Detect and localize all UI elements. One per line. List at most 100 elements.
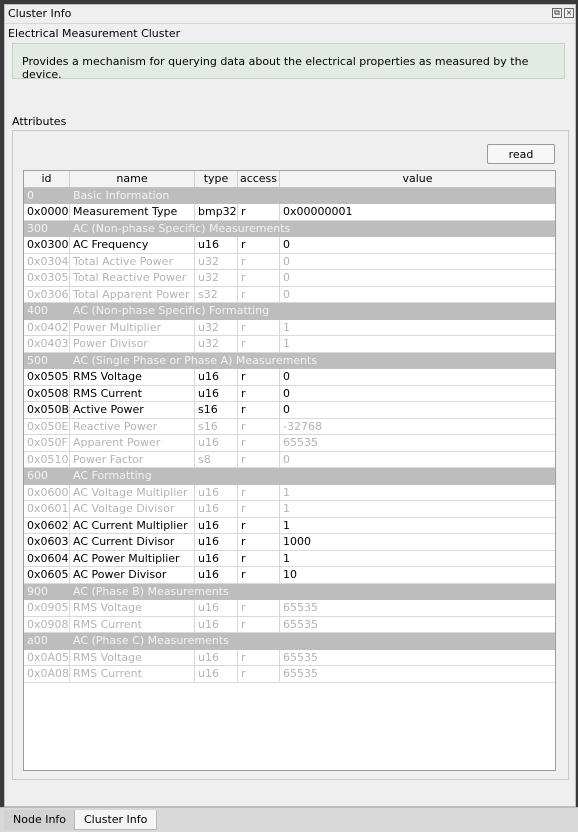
attributes-label: Attributes	[12, 115, 67, 128]
cell-type: u16	[195, 385, 238, 401]
cell-type: u16	[195, 567, 238, 583]
cell-type: u16	[195, 600, 238, 616]
cell-access: r	[238, 369, 280, 385]
cell-access: r	[238, 517, 280, 533]
attribute-row[interactable]: 0x050B Active Power s16 r 0	[24, 402, 555, 419]
cell-name: RMS Current	[70, 385, 195, 401]
cell-name: Total Apparent Power	[70, 286, 195, 302]
cell-id: 0x0908	[24, 616, 70, 632]
cell-value: 1	[283, 337, 290, 350]
cell-type: s32	[195, 286, 238, 302]
attribute-row[interactable]: 0x0600 AC Voltage Multiplier u16 r 1	[24, 484, 555, 501]
float-icon[interactable]: ⧉	[552, 8, 562, 18]
attribute-row[interactable]: 0x050E Reactive Power s16 r -32768	[24, 418, 555, 435]
cell-access: r	[238, 649, 280, 665]
group-row: 0 Basic Information	[24, 187, 555, 204]
cell-id: 0x0A05	[24, 649, 70, 665]
attribute-row[interactable]: 0x0602 AC Current Multiplier u16 r 1	[24, 517, 555, 534]
cell-name: RMS Voltage	[70, 369, 195, 385]
group-row: a00 AC (Phase C) Measurements	[24, 633, 555, 650]
column-header-access[interactable]: access	[238, 171, 280, 187]
attribute-row[interactable]: 0x0A05 RMS Voltage u16 r 65535	[24, 649, 555, 666]
attribute-row[interactable]: 0x0905 RMS Voltage u16 r 65535	[24, 600, 555, 617]
cell-name: AC Current Divisor	[70, 534, 195, 550]
column-header-value[interactable]: value	[280, 171, 555, 187]
group-row: 900 AC (Phase B) Measurements	[24, 583, 555, 600]
cell-name: Power Factor	[70, 451, 195, 467]
cell-value: 1000	[283, 535, 311, 548]
attribute-row[interactable]: 0x0510 Power Factor s8 r 0	[24, 451, 555, 468]
cell-access: r	[238, 286, 280, 302]
cell-type: u16	[195, 369, 238, 385]
cell-name: RMS Current	[70, 666, 195, 682]
attribute-row[interactable]: 0x0300 AC Frequency u16 r 0	[24, 237, 555, 254]
cell-name: AC Voltage Divisor	[70, 501, 195, 517]
cell-type: u32	[195, 319, 238, 335]
tab-node-info[interactable]: Node Info	[4, 810, 76, 830]
cell-value: 65535	[283, 650, 318, 664]
tab-cluster-info[interactable]: Cluster Info	[74, 810, 158, 830]
attribute-row[interactable]: 0x0603 AC Current Divisor u16 r 1000	[24, 534, 555, 551]
attribute-row[interactable]: 0x0A08 RMS Current u16 r 65535	[24, 666, 555, 683]
cell-name: AC Voltage Multiplier	[70, 484, 195, 500]
cell-name: RMS Voltage	[70, 649, 195, 665]
attribute-row[interactable]: 0x0505 RMS Voltage u16 r 0	[24, 369, 555, 386]
cell-name: Basic Information	[73, 188, 170, 202]
attribute-row[interactable]: 0x0601 AC Voltage Divisor u16 r 1	[24, 501, 555, 518]
cell-id: 0x0505	[24, 369, 70, 385]
attribute-row[interactable]: 0x0306 Total Apparent Power s32 r 0	[24, 286, 555, 303]
cell-access: r	[238, 204, 280, 220]
cell-name: AC (Phase C) Measurements	[73, 634, 229, 647]
cell-value: 0	[283, 271, 290, 284]
cell-name: AC Formatting	[73, 469, 152, 482]
read-button[interactable]: read	[487, 144, 555, 164]
cell-name: Total Reactive Power	[70, 270, 195, 286]
cell-name: AC Power Divisor	[70, 567, 195, 583]
cell-access: r	[238, 435, 280, 451]
cell-id: 0x050B	[24, 402, 70, 418]
close-icon[interactable]: ×	[564, 8, 574, 18]
cell-type: u16	[195, 666, 238, 682]
cell-access: r	[238, 666, 280, 682]
cell-name: AC (Single Phase or Phase A) Measurement…	[73, 353, 318, 367]
attribute-row[interactable]: 0x0604 AC Power Multiplier u16 r 1	[24, 550, 555, 567]
cell-access: r	[238, 336, 280, 352]
cell-access: r	[238, 567, 280, 583]
cell-name: Total Active Power	[70, 253, 195, 269]
attribute-row[interactable]: 0x0908 RMS Current u16 r 65535	[24, 616, 555, 633]
cell-id: 400	[27, 304, 48, 317]
cell-id: 0x0601	[24, 501, 70, 517]
cell-access: r	[238, 402, 280, 418]
cell-type: u16	[195, 517, 238, 533]
cell-value: -32768	[283, 419, 322, 433]
cell-value: 1	[283, 485, 290, 499]
cell-name: Active Power	[70, 402, 195, 418]
cell-id: 600	[27, 469, 48, 482]
cell-value: 1	[283, 551, 290, 565]
attribute-row[interactable]: 0x0305 Total Reactive Power u32 r 0	[24, 270, 555, 287]
attributes-table[interactable]: id name type access value 0 Basic Informa…	[23, 170, 556, 771]
cell-value: 0	[283, 386, 290, 400]
cell-access: r	[238, 270, 280, 286]
attribute-row[interactable]: 0x0605 AC Power Divisor u16 r 10	[24, 567, 555, 584]
cell-name: AC Current Multiplier	[70, 517, 195, 533]
cell-id: 0x0600	[24, 484, 70, 500]
attribute-row[interactable]: 0x0402 Power Multiplier u32 r 1	[24, 319, 555, 336]
attribute-row[interactable]: 0x0403 Power Divisor u32 r 1	[24, 336, 555, 353]
column-header-id[interactable]: id	[24, 171, 70, 187]
column-header-type[interactable]: type	[195, 171, 238, 187]
attribute-row[interactable]: 0x050F Apparent Power u16 r 65535	[24, 435, 555, 452]
attribute-row[interactable]: 0x0000 Measurement Type bmp32 r 0x00000001	[24, 204, 555, 221]
cell-value: 65535	[283, 667, 318, 680]
cluster-name: Electrical Measurement Cluster	[8, 27, 181, 40]
cell-type: u16	[195, 534, 238, 550]
table-header: id name type access value	[24, 171, 555, 188]
attribute-row[interactable]: 0x0508 RMS Current u16 r 0	[24, 385, 555, 402]
attribute-row[interactable]: 0x0304 Total Active Power u32 r 0	[24, 253, 555, 270]
cell-access: r	[238, 550, 280, 566]
cell-type: u16	[195, 616, 238, 632]
cell-name: Power Multiplier	[70, 319, 195, 335]
cell-type: u32	[195, 336, 238, 352]
cell-id: 0x0602	[24, 517, 70, 533]
column-header-name[interactable]: name	[70, 171, 195, 187]
